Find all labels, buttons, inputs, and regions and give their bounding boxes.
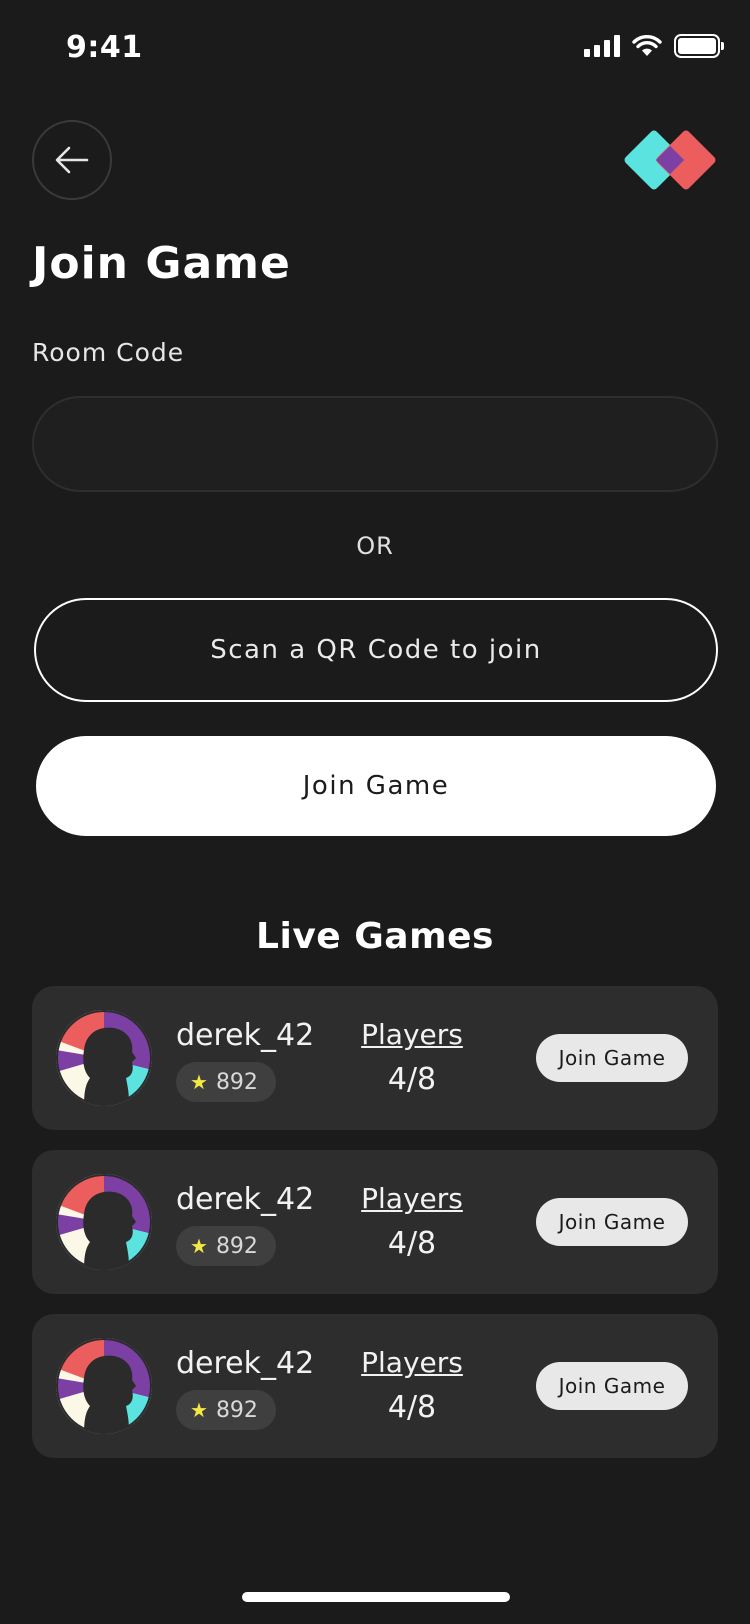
status-bar: 9:41	[0, 0, 750, 96]
rating-value: 892	[215, 1397, 258, 1423]
app-logo	[624, 130, 716, 190]
card-join-game-button[interactable]: Join Game	[536, 1198, 688, 1246]
username: derek_42	[176, 1346, 315, 1381]
avatar	[56, 1174, 152, 1270]
rating-value: 892	[215, 1233, 258, 1259]
star-icon: ★	[190, 1398, 208, 1422]
or-divider-text: OR	[356, 532, 394, 560]
live-games-title: Live Games	[256, 916, 494, 957]
avatar	[56, 1010, 152, 1106]
card-join-game-button[interactable]: Join Game	[536, 1034, 688, 1082]
username: derek_42	[176, 1018, 315, 1053]
join-game-button[interactable]: Join Game	[36, 736, 716, 836]
rating-value: 892	[215, 1069, 258, 1095]
players-label: Players	[361, 1018, 463, 1051]
avatar	[56, 1338, 152, 1434]
back-button[interactable]	[32, 120, 112, 200]
live-games-list: derek_42 ★ 892 Players 4/8 Join Game der…	[32, 986, 718, 1478]
star-icon: ★	[190, 1070, 208, 1094]
status-time: 9:41	[66, 30, 143, 65]
cellular-signal-icon	[584, 35, 620, 57]
rating-badge: ★ 892	[176, 1062, 276, 1102]
live-game-card: derek_42 ★ 892 Players 4/8 Join Game	[32, 1150, 718, 1294]
username: derek_42	[176, 1182, 315, 1217]
players-label: Players	[361, 1182, 463, 1215]
battery-icon	[674, 34, 724, 58]
star-icon: ★	[190, 1234, 208, 1258]
players-count: 4/8	[387, 1390, 437, 1425]
status-icons	[584, 34, 724, 58]
card-join-game-button[interactable]: Join Game	[536, 1362, 688, 1410]
arrow-left-icon	[55, 146, 89, 174]
room-code-input[interactable]	[32, 396, 718, 492]
rating-badge: ★ 892	[176, 1390, 276, 1430]
room-code-label: Room Code	[32, 338, 185, 367]
home-indicator[interactable]	[242, 1592, 510, 1602]
rating-badge: ★ 892	[176, 1226, 276, 1266]
scan-qr-code-button[interactable]: Scan a QR Code to join	[34, 598, 718, 702]
players-label: Players	[361, 1346, 463, 1379]
live-game-card: derek_42 ★ 892 Players 4/8 Join Game	[32, 986, 718, 1130]
players-count: 4/8	[387, 1226, 437, 1261]
players-count: 4/8	[387, 1062, 437, 1097]
wifi-icon	[632, 35, 662, 56]
live-game-card: derek_42 ★ 892 Players 4/8 Join Game	[32, 1314, 718, 1458]
page-title: Join Game	[32, 238, 291, 289]
